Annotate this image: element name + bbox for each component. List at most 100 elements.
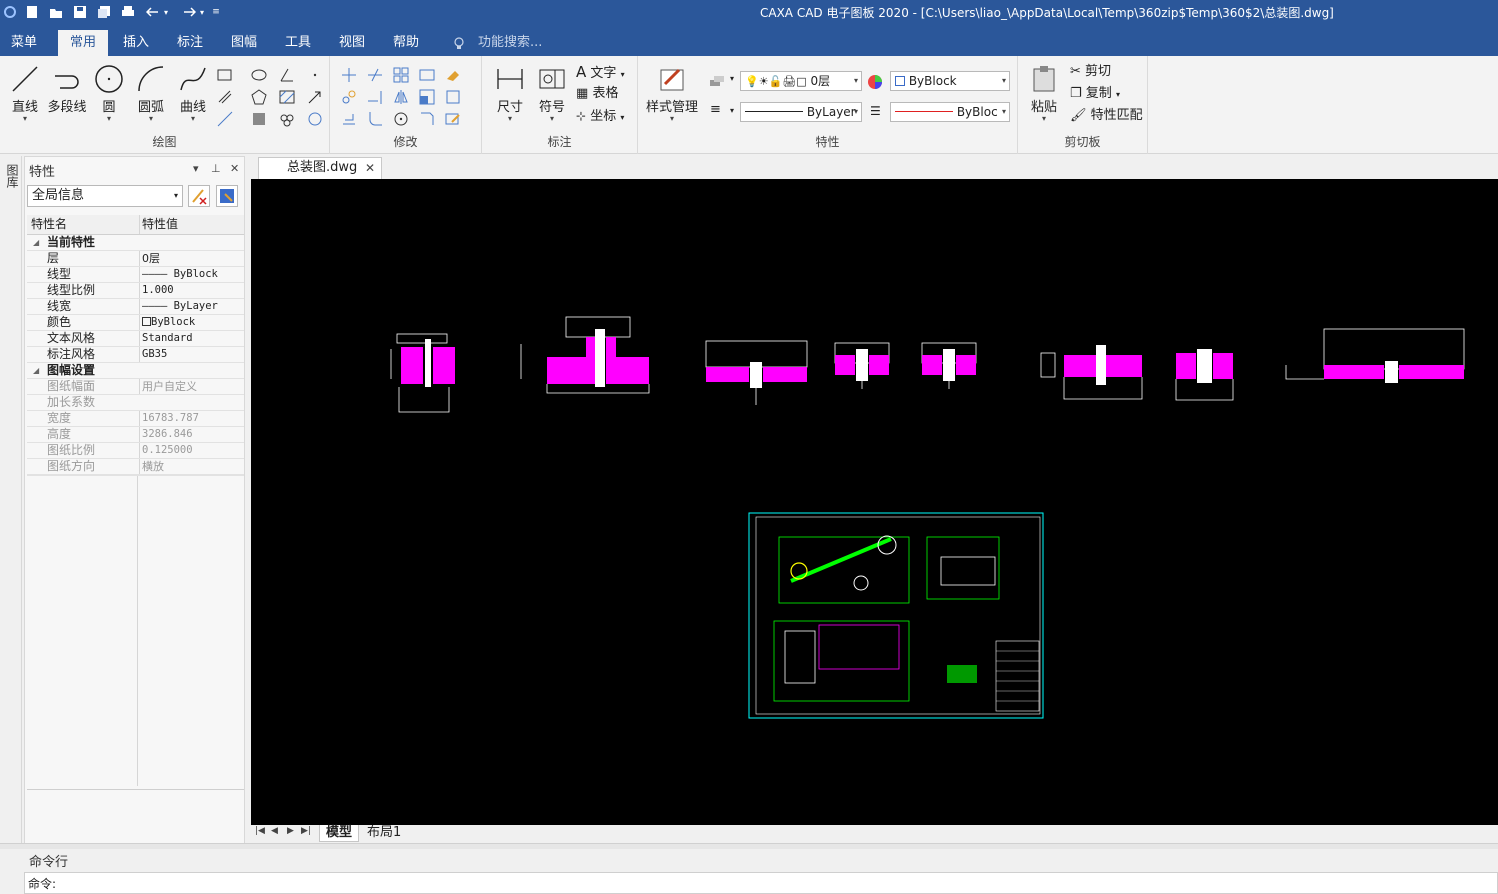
app-logo-icon[interactable] [0, 3, 20, 21]
cloud-line-icon[interactable] [278, 110, 296, 128]
panel-menu-icon[interactable]: ▾ [193, 162, 199, 175]
color-wheel-icon[interactable] [866, 73, 884, 91]
curve-button[interactable]: 曲线 ▾ [173, 62, 213, 126]
line-button[interactable]: 直线 ▾ [5, 62, 45, 126]
property-row[interactable]: 线型比例 1.000 [27, 283, 244, 299]
next-layout-icon[interactable]: ▶ [287, 826, 294, 836]
extend-icon[interactable] [366, 88, 384, 106]
section-sheet[interactable]: ◢ 图幅设置 [27, 363, 244, 379]
document-tab[interactable]: 总装图.dwg ✕ [258, 157, 382, 179]
edit-icon[interactable] [444, 110, 462, 128]
tab-annotate[interactable]: 标注 [166, 30, 214, 56]
property-row[interactable]: 标注风格 GB35 [27, 347, 244, 363]
undo-dropdown-icon[interactable]: ▾ [160, 3, 172, 21]
tab-home[interactable]: 常用 [58, 30, 108, 56]
tab-menu[interactable]: 菜单 [0, 30, 48, 56]
arrow-icon[interactable] [306, 88, 324, 106]
symbol-button[interactable]: 符号 ▾ [532, 62, 572, 126]
section-current[interactable]: ◢ 当前特性 [27, 235, 244, 251]
property-filter-select[interactable]: 全局信息 ▾ [27, 185, 183, 207]
save-all-icon[interactable] [94, 3, 114, 21]
copy-button[interactable]: ❐ 复制 ▾ [1070, 84, 1120, 104]
layer-dropdown-icon[interactable]: ▾ [730, 74, 734, 83]
collapse-icon[interactable]: ◢ [33, 363, 39, 378]
tab-layout1[interactable]: 布局1 [361, 825, 407, 842]
collapse-icon[interactable]: ◢ [33, 235, 39, 250]
prev-layout-icon[interactable]: ◀ [271, 826, 278, 836]
parallel-line-icon[interactable] [216, 88, 234, 106]
property-row[interactable]: 加长系数 [27, 395, 244, 411]
polyline-button[interactable]: 多段线 [45, 62, 89, 126]
rectangle-icon[interactable] [216, 66, 234, 84]
polygon-icon[interactable] [250, 88, 268, 106]
lineweight-combo[interactable]: ByBloc ▾ [890, 102, 1010, 122]
print-icon[interactable] [118, 3, 138, 21]
feature-search-input[interactable]: 功能搜索... [478, 30, 542, 56]
dimension-button[interactable]: 尺寸 ▾ [490, 62, 530, 126]
eraser-icon[interactable] [444, 66, 462, 84]
redo-icon[interactable] [178, 3, 198, 21]
open-file-icon[interactable] [46, 3, 66, 21]
tab-model[interactable]: 模型 [319, 825, 360, 842]
property-row[interactable]: 颜色 ByBlock [27, 315, 244, 331]
clear-selection-button[interactable] [188, 185, 210, 207]
property-row[interactable]: 图纸幅面 用户自定义 [27, 379, 244, 395]
property-row[interactable]: 线宽 ———— ByLayer [27, 299, 244, 315]
copy-obj-icon[interactable] [340, 88, 358, 106]
property-row[interactable]: 图纸方向 横放 [27, 459, 244, 475]
first-layout-icon[interactable]: |◀ [255, 826, 265, 836]
library-tab[interactable]: 图库 [4, 164, 19, 188]
chamfer-icon[interactable] [418, 110, 436, 128]
lineweight-dropdown-icon[interactable]: ▾ [730, 106, 734, 115]
coordinate-button[interactable]: ⊹ 坐标 ▾ [576, 106, 624, 126]
table-button[interactable]: ▦ 表格 [576, 84, 618, 104]
move-icon[interactable] [340, 66, 358, 84]
linetype-combo[interactable]: ByLayer ▾ [740, 102, 862, 122]
fillet-icon[interactable] [366, 110, 384, 128]
rotate-icon[interactable] [392, 110, 410, 128]
offset-icon[interactable] [340, 110, 358, 128]
hatch-icon[interactable] [278, 88, 296, 106]
text-button[interactable]: A 文字 ▾ [576, 62, 625, 82]
property-row[interactable]: 宽度 16783.787 [27, 411, 244, 427]
lineweight-menu-icon[interactable]: ≡ [710, 102, 721, 117]
point-icon[interactable] [306, 66, 324, 84]
command-input[interactable]: 命令: [24, 872, 1498, 894]
cut-button[interactable]: ✂ 剪切 [1070, 62, 1111, 82]
trim-icon[interactable] [366, 66, 384, 84]
redo-dropdown-icon[interactable]: ▾ [196, 3, 208, 21]
quick-select-button[interactable] [216, 185, 238, 207]
image-icon[interactable] [306, 110, 324, 128]
color-combo[interactable]: ByBlock ▾ [890, 71, 1010, 91]
linestyle-icon[interactable]: ☰ [870, 104, 881, 118]
match-properties-button[interactable]: 🖌 特性匹配 [1070, 106, 1143, 126]
property-row[interactable]: 线型 ———— ByBlock [27, 267, 244, 283]
layer-manager-icon[interactable] [708, 72, 726, 90]
paste-button[interactable]: 粘贴 ▾ [1024, 62, 1064, 126]
ellipse-icon[interactable] [250, 66, 268, 84]
pin-icon[interactable]: ⊥ [211, 162, 221, 175]
tab-view[interactable]: 视图 [328, 30, 376, 56]
property-row[interactable]: 高度 3286.846 [27, 427, 244, 443]
save-icon[interactable] [70, 3, 90, 21]
array-icon[interactable] [392, 66, 410, 84]
construction-line-icon[interactable] [216, 110, 234, 128]
mirror-icon[interactable] [392, 88, 410, 106]
property-row[interactable]: 文本风格 Standard [27, 331, 244, 347]
tab-sheet[interactable]: 图幅 [220, 30, 268, 56]
explode-icon[interactable] [444, 88, 462, 106]
customize-toolbar-icon[interactable]: ≡ [210, 3, 222, 21]
new-file-icon[interactable] [22, 3, 42, 21]
arc-button[interactable]: 圆弧 ▾ [131, 62, 171, 126]
drawing-canvas[interactable] [251, 179, 1498, 825]
close-panel-icon[interactable]: ✕ [230, 162, 239, 175]
stretch-icon[interactable] [418, 66, 436, 84]
tab-tools[interactable]: 工具 [274, 30, 322, 56]
tab-insert[interactable]: 插入 [112, 30, 160, 56]
angle-line-icon[interactable] [278, 66, 296, 84]
circle-button[interactable]: 圆 ▾ [89, 62, 129, 126]
last-layout-icon[interactable]: ▶| [301, 826, 311, 836]
property-row[interactable]: 层 0层 [27, 251, 244, 267]
property-row[interactable]: 图纸比例 0.125000 [27, 443, 244, 459]
scale-icon[interactable] [418, 88, 436, 106]
